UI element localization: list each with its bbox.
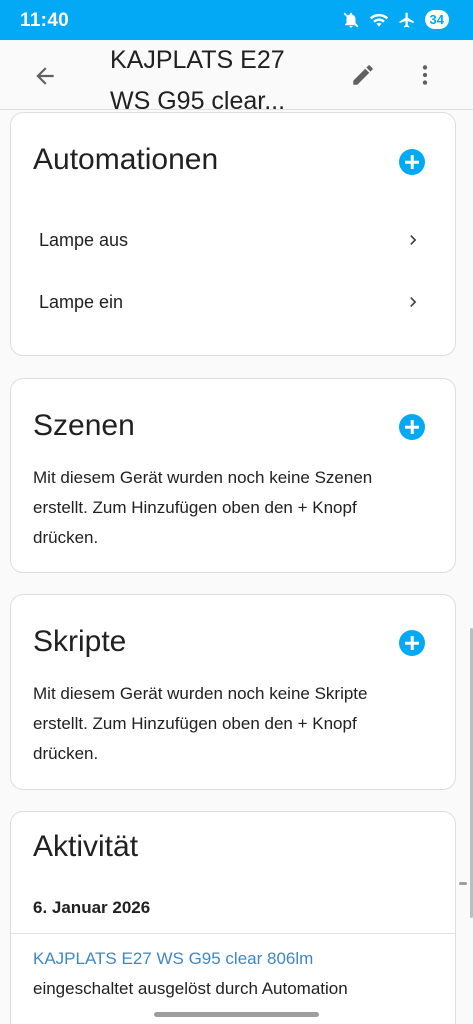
scenes-empty-line-2: erstellt. Zum Hinzufügen oben den + Knop… [33, 498, 357, 517]
scroll-indicator [459, 882, 467, 885]
automations-title: Automationen [33, 143, 219, 176]
scenes-card: Szenen Mit diesem Gerät wurden noch kein… [10, 378, 456, 573]
scripts-empty-line-3: drücken. [33, 744, 99, 763]
automations-card: Automationen Lampe aus Lampe ein [10, 112, 456, 356]
add-automation-button[interactable] [399, 149, 425, 175]
more-options-button[interactable] [410, 60, 440, 90]
add-scene-button[interactable] [399, 414, 425, 440]
edit-button[interactable] [348, 60, 378, 90]
activity-description: eingeschaltet ausgelöst durch Automation [33, 979, 348, 998]
app-bar: KAJPLATS E27 WS G95 clear... [0, 40, 473, 115]
scenes-empty-line-1: Mit diesem Gerät wurden noch keine Szene… [33, 468, 373, 487]
status-time: 11:40 [20, 10, 70, 31]
airplane-icon [398, 11, 416, 29]
page-title-line-1: KAJPLATS E27 [110, 46, 285, 74]
status-icons: 34 [342, 10, 449, 29]
status-bar: 11:40 34 [0, 0, 473, 40]
automation-item-label: Lampe aus [39, 230, 129, 250]
more-vert-icon [422, 65, 428, 85]
activity-entity-link[interactable]: KAJPLATS E27 WS G95 clear 806lm [33, 949, 313, 969]
page-title: KAJPLATS E27 WS G95 clear... [110, 40, 330, 122]
scripts-empty-line-1: Mit diesem Gerät wurden noch keine Skrip… [33, 684, 368, 703]
scripts-title: Skripte [33, 625, 127, 658]
pencil-icon [353, 65, 373, 85]
scenes-empty-line-3: drücken. [33, 528, 99, 547]
scenes-title: Szenen [33, 409, 135, 442]
battery-icon: 34 [424, 10, 449, 29]
add-script-button[interactable] [399, 630, 425, 656]
scripts-card: Skripte Mit diesem Gerät wurden noch kei… [10, 594, 456, 790]
automation-item[interactable]: Lampe ein [11, 280, 455, 324]
automation-item-label: Lampe ein [39, 292, 124, 312]
home-indicator[interactable] [154, 1012, 319, 1017]
wifi-icon [369, 11, 389, 29]
activity-title: Aktivität [33, 830, 139, 863]
back-button[interactable] [30, 61, 60, 91]
chevron-right-icon [410, 297, 417, 307]
divider [11, 933, 455, 934]
mute-icon [342, 11, 360, 29]
back-arrow-icon [36, 67, 54, 85]
activity-card: Aktivität 6. Januar 2026 KAJPLATS E27 WS… [10, 811, 456, 1024]
activity-date: 6. Januar 2026 [33, 898, 151, 917]
chevron-right-icon [410, 235, 417, 245]
automation-item[interactable]: Lampe aus [11, 218, 455, 262]
scripts-empty-line-2: erstellt. Zum Hinzufügen oben den + Knop… [33, 714, 357, 733]
